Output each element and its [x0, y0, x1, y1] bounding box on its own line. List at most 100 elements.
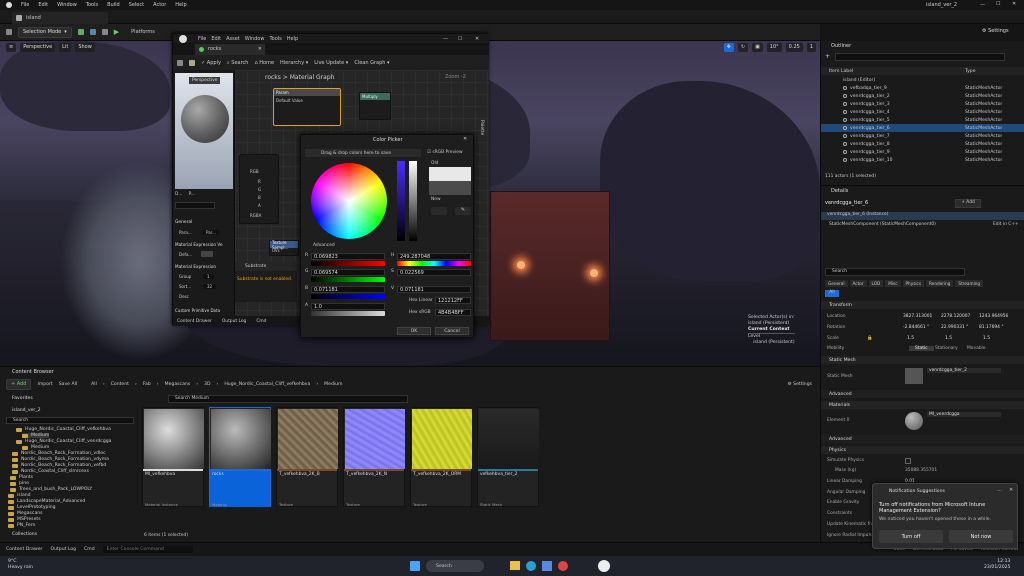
path-cliff[interactable]: Huge_Nordic_Coastal_Cliff_vefkehbva: [224, 382, 310, 387]
folder-item[interactable]: LandscapeMaterial_Advanced: [8, 499, 85, 504]
tab-parameters[interactable]: P...: [189, 192, 195, 200]
path-3d[interactable]: 3D: [204, 382, 210, 387]
menu-select[interactable]: Select: [129, 2, 144, 8]
save-icon[interactable]: [177, 59, 183, 66]
outliner-row[interactable]: venrdcgga_tier_10 StaticMeshActor: [821, 156, 1024, 164]
palette-tab[interactable]: Palette: [479, 120, 484, 135]
simulate-physics-checkbox[interactable]: [905, 458, 911, 464]
multiply-node[interactable]: Multiply: [359, 92, 391, 120]
menu-help[interactable]: Help: [175, 2, 186, 8]
console-input[interactable]: Enter Console Command: [102, 546, 193, 553]
camera-speed-value[interactable]: 1: [806, 42, 816, 52]
material-thumbnail[interactable]: [905, 412, 923, 430]
cinematics-icon[interactable]: [101, 29, 108, 35]
content-drawer-button[interactable]: Content Drawer: [177, 319, 212, 324]
filter-tab[interactable]: Actor: [849, 280, 867, 287]
lock-icon[interactable]: 🔒: [867, 336, 872, 341]
folder-item[interactable]: Trees_and_bush_Pack_LOWPOLY: [10, 487, 92, 492]
pin-g[interactable]: G: [258, 187, 261, 192]
content-drawer-button[interactable]: Content Drawer: [6, 547, 42, 552]
pin-rgb[interactable]: RGB: [250, 169, 259, 174]
asset-tile[interactable]: vefkehbva_tier_2 Static Mesh: [477, 407, 539, 507]
location-y[interactable]: 2278.120007: [941, 314, 970, 319]
texture-sample-node-2[interactable]: Texture Sampl... UVs: [269, 240, 299, 256]
turn-off-button[interactable]: Turn off: [879, 530, 943, 543]
import-button[interactable]: Import: [37, 382, 52, 387]
cb-add-button[interactable]: + Add: [6, 378, 32, 390]
clean-graph-button[interactable]: Clean Graph ▾: [354, 60, 389, 66]
folder-item[interactable]: PN_Fern: [8, 523, 35, 528]
col-type[interactable]: Type: [965, 69, 976, 74]
tab-details[interactable]: D...: [175, 192, 183, 200]
favorites-header[interactable]: Favorites: [12, 396, 33, 401]
folder-item[interactable]: Nordic_Beach_Rock_Formation_vdlec: [12, 451, 106, 456]
collections-header[interactable]: Collections: [12, 532, 37, 537]
close-tab-icon[interactable]: ✕: [258, 46, 262, 52]
constraints-label[interactable]: Constraints: [827, 511, 852, 516]
add-icon[interactable]: [77, 29, 84, 35]
scale-icon[interactable]: ▣: [752, 42, 763, 52]
b-slider[interactable]: [311, 294, 385, 299]
rotation-z[interactable]: 81.17694 °: [979, 325, 1004, 330]
apply-button[interactable]: ✓ Apply: [201, 60, 221, 66]
scale-label[interactable]: Scale: [827, 336, 839, 341]
more-icon[interactable]: …: [997, 487, 1002, 493]
r-slider[interactable]: [311, 261, 385, 266]
add-component-button[interactable]: + Add: [955, 199, 981, 208]
a-field[interactable]: 1.0: [311, 303, 385, 310]
filter-tab[interactable]: General: [825, 280, 848, 287]
cmd-button[interactable]: Cmd: [84, 547, 95, 552]
unreal-taskbar-icon[interactable]: [598, 560, 610, 572]
outliner-row[interactable]: venrdcgga_tier_8 StaticMeshActor: [821, 140, 1024, 148]
pin-rgba[interactable]: RGBA: [250, 213, 261, 218]
clock[interactable]: 12:13 23/01/2025: [984, 559, 1010, 571]
folder-item[interactable]: MSPresets: [8, 517, 41, 522]
menu-build[interactable]: Build: [107, 2, 120, 8]
search-button[interactable]: ⌕ Search: [227, 60, 249, 66]
home-button[interactable]: ⌂ Home: [254, 60, 274, 66]
details-search[interactable]: Search: [825, 268, 965, 276]
ok-button[interactable]: OK: [397, 327, 431, 335]
v-field[interactable]: 0.071181: [397, 286, 471, 293]
cmd-button[interactable]: Cmd: [256, 319, 266, 324]
close-icon[interactable]: ✕: [1012, 1, 1016, 7]
hierarchy-button[interactable]: Hierarchy ▾: [280, 60, 308, 66]
saturation-bar[interactable]: [397, 161, 405, 241]
translate-icon[interactable]: ✥: [723, 42, 734, 52]
output-log-button[interactable]: Output Log: [222, 319, 247, 324]
outliner-row[interactable]: venrdcgga_tier_6 StaticMeshActor: [821, 124, 1024, 132]
value-bar[interactable]: [409, 161, 417, 241]
menu-file[interactable]: File: [198, 36, 206, 42]
close-icon[interactable]: ✕: [475, 36, 479, 42]
param-node[interactable]: Param Default Value: [273, 88, 341, 126]
cancel-button[interactable]: Cancel: [435, 327, 469, 335]
default-swatch[interactable]: [201, 251, 213, 257]
cb-settings-button[interactable]: ⚙ Settings: [788, 382, 812, 387]
mobility-movable[interactable]: Movable: [967, 346, 985, 351]
folder-item[interactable]: Plants: [10, 475, 33, 480]
tab-rocks[interactable]: rocks ✕: [195, 43, 265, 55]
menu-file[interactable]: File: [21, 2, 29, 8]
settings-button[interactable]: ⚙ Settings: [982, 28, 1009, 34]
instance-row[interactable]: venrdcgga_tier_6 (Instance): [821, 212, 1024, 220]
param-value[interactable]: Par...: [203, 230, 219, 235]
folder-item[interactable]: Megascans: [8, 511, 43, 516]
section-advanced-2[interactable]: Advanced: [821, 435, 1024, 443]
sort-value[interactable]: 32: [203, 284, 217, 289]
section-custom-primitive[interactable]: Custom Primitive Data: [175, 308, 220, 313]
project-header[interactable]: island_ver_2: [12, 408, 41, 413]
color-wheel[interactable]: [311, 163, 387, 239]
store-icon[interactable]: [542, 561, 552, 571]
menu-tools[interactable]: Tools: [269, 36, 281, 42]
preview-perspective-label[interactable]: Perspective: [189, 77, 221, 84]
outliner-root[interactable]: island (Editor): [821, 76, 1024, 84]
outliner-row[interactable]: venrdcgga_tier_7 StaticMeshActor: [821, 132, 1024, 140]
play-icon[interactable]: ▶: [114, 28, 119, 36]
lit-button[interactable]: Lit: [59, 42, 72, 52]
folder-item[interactable]: Nordic_Beach_Rock_Formation_vdyma: [12, 457, 109, 462]
menu-help[interactable]: Help: [287, 36, 298, 42]
component-row[interactable]: StaticMeshComponent (StaticMeshComponent…: [829, 222, 936, 227]
live-update-button[interactable]: Live Update ▾: [314, 60, 348, 66]
scale-x[interactable]: 1.5: [907, 336, 914, 341]
cb-asset-search[interactable]: Search Medium: [168, 395, 408, 403]
